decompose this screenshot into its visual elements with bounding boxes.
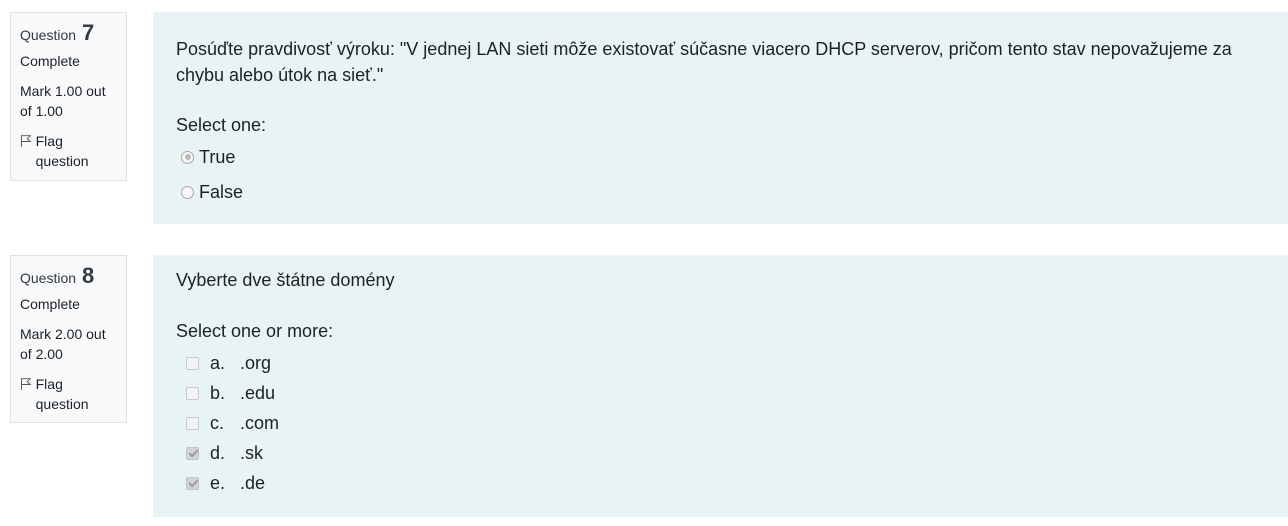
radio-false[interactable] <box>181 185 194 199</box>
answer-option-c[interactable]: c. .com <box>176 408 1266 438</box>
answer-option-a[interactable]: a. .org <box>176 348 1266 378</box>
flag-question-link[interactable]: Flag question <box>20 374 117 414</box>
flag-icon <box>20 378 32 390</box>
question-label: Question <box>20 27 77 43</box>
answer-letter: d. <box>210 442 226 463</box>
question-grade: Mark 1.00 out of 1.00 <box>20 83 106 119</box>
question-number: Question 7 <box>20 21 117 47</box>
answer-label: .sk <box>240 442 264 463</box>
answer-letter: b. <box>210 382 226 403</box>
answer-label: .edu <box>240 382 276 403</box>
question-content: Vyberte dve štátne domény Select one or … <box>153 255 1288 517</box>
flag-icon <box>20 135 32 147</box>
question-info: Question 8 Complete Mark 2.00 out of 2.0… <box>10 255 127 423</box>
checkbox-a[interactable] <box>186 356 199 370</box>
checkbox-b[interactable] <box>186 386 199 400</box>
question-number: Question 8 <box>20 264 117 290</box>
checkbox-c[interactable] <box>186 416 199 430</box>
answer-letter: c. <box>210 412 225 433</box>
answer-label: True <box>199 146 236 167</box>
flag-question-label: Flag question <box>35 133 89 169</box>
answer-option-d[interactable]: d. .sk <box>176 438 1266 468</box>
question-grade: Mark 2.00 out of 2.00 <box>20 326 106 362</box>
question-text: Vyberte dve štátne domény <box>176 270 395 290</box>
question-number-value: 7 <box>81 20 95 45</box>
answer-letter: a. <box>210 352 226 373</box>
answer-letter: e. <box>210 472 226 493</box>
answer-label: .de <box>240 472 266 493</box>
answer-option-b[interactable]: b. .edu <box>176 378 1266 408</box>
answer-prompt: Select one: <box>176 115 267 135</box>
question-state: Complete <box>20 296 80 312</box>
checkbox-d[interactable] <box>186 446 199 460</box>
radio-true[interactable] <box>181 150 194 164</box>
flag-question-link[interactable]: Flag question <box>20 131 117 171</box>
answer-option-true[interactable]: True <box>176 142 1266 172</box>
answer-label: .org <box>240 352 272 373</box>
question-info: Question 7 Complete Mark 1.00 out of 1.0… <box>10 12 127 181</box>
answer-prompt: Select one or more: <box>176 321 334 341</box>
question-content: Posúďte pravdivosť výroku: "V jednej LAN… <box>153 12 1288 224</box>
answer-label: False <box>199 181 244 202</box>
checkbox-e[interactable] <box>186 476 199 490</box>
question-text: Posúďte pravdivosť výroku: "V jednej LAN… <box>176 39 1232 85</box>
answer-option-e[interactable]: e. .de <box>176 468 1266 498</box>
question-label: Question <box>20 270 77 286</box>
question-state: Complete <box>20 53 80 69</box>
flag-question-label: Flag question <box>35 376 89 412</box>
answer-option-false[interactable]: False <box>176 177 1266 207</box>
question-number-value: 8 <box>81 263 95 288</box>
answer-label: .com <box>240 412 280 433</box>
